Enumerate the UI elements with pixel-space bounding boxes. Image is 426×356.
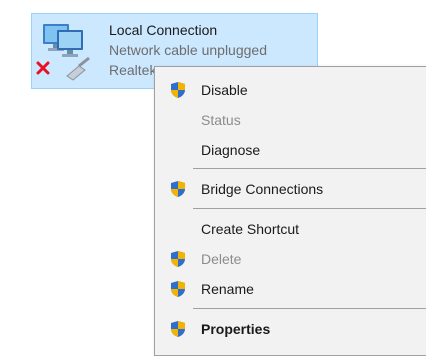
uac-shield-icon bbox=[171, 321, 185, 337]
context-menu: Disable Status Diagnose Bridge Connectio… bbox=[154, 66, 426, 356]
menu-item-status[interactable]: Status bbox=[155, 106, 426, 134]
menu-item-label: Status bbox=[201, 112, 241, 128]
menu-separator bbox=[193, 308, 426, 309]
menu-item-label: Properties bbox=[201, 321, 271, 337]
menu-item-rename[interactable]: Rename bbox=[155, 275, 426, 303]
menu-item-label: Disable bbox=[201, 82, 248, 98]
menu-item-bridge-connections[interactable]: Bridge Connections bbox=[155, 175, 426, 203]
menu-item-label: Diagnose bbox=[201, 142, 261, 158]
menu-separator bbox=[193, 168, 426, 169]
uac-shield-icon bbox=[171, 251, 185, 267]
menu-item-label: Delete bbox=[201, 251, 242, 267]
menu-separator bbox=[193, 208, 426, 209]
menu-item-label: Bridge Connections bbox=[201, 181, 324, 197]
menu-item-delete[interactable]: Delete bbox=[155, 245, 426, 273]
uac-shield-icon bbox=[171, 82, 185, 98]
error-x-icon bbox=[36, 61, 50, 75]
connection-status: Network cable unplugged bbox=[109, 42, 267, 58]
uac-shield-icon bbox=[171, 281, 185, 297]
menu-item-label: Rename bbox=[201, 281, 254, 297]
menu-item-label: Create Shortcut bbox=[201, 221, 300, 237]
uac-shield-icon bbox=[171, 181, 185, 197]
menu-item-diagnose[interactable]: Diagnose bbox=[155, 136, 426, 164]
network-adapter-icon bbox=[43, 24, 90, 81]
menu-item-properties[interactable]: Properties bbox=[155, 315, 426, 343]
menu-item-disable[interactable]: Disable bbox=[155, 76, 426, 104]
connection-name: Local Connection bbox=[109, 22, 218, 38]
menu-item-create-shortcut[interactable]: Create Shortcut bbox=[155, 215, 426, 243]
